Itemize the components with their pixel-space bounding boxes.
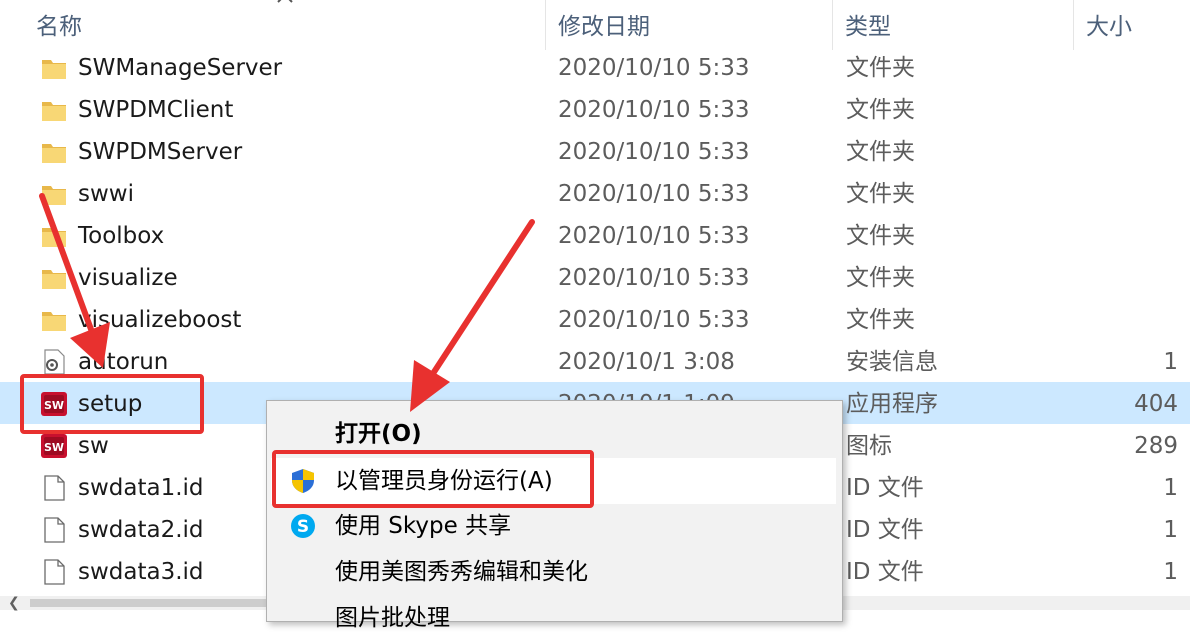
column-header-date[interactable]: 修改日期: [546, 0, 831, 50]
file-date: 2020/10/10 5:33: [558, 223, 750, 249]
file-type: 文件夹: [846, 265, 915, 291]
file-type: 文件夹: [846, 55, 915, 81]
file-name: SWManageServer: [78, 55, 283, 81]
folder-icon: [40, 306, 68, 334]
folder-icon: [40, 96, 68, 124]
file-date: 2020/10/10 5:33: [558, 97, 750, 123]
file-name: swdata2.id: [78, 517, 204, 543]
file-type: 应用程序: [846, 391, 938, 417]
file-type: ID 文件: [846, 517, 924, 543]
file-type: 文件夹: [846, 307, 915, 333]
file-size: 1: [1163, 475, 1178, 501]
file-row[interactable]: SWPDMServer 2020/10/10 5:33 文件夹: [0, 130, 1190, 172]
menu-item-meitu[interactable]: 使用美图秀秀编辑和美化: [267, 549, 842, 595]
file-type: 文件夹: [846, 181, 915, 207]
file-icon: [40, 516, 68, 544]
file-name: swdata3.id: [78, 559, 204, 585]
file-row[interactable]: Toolbox 2020/10/10 5:33 文件夹: [0, 214, 1190, 256]
context-menu: 打开(O) 以管理员身份运行(A) S 使用 Skype 共享 使用美图秀秀编辑…: [266, 400, 843, 631]
menu-item-batch[interactable]: 图片批处理: [267, 595, 842, 641]
column-header-name[interactable]: 名称: [24, 0, 544, 50]
annotation-box-setup: [20, 374, 204, 434]
file-name: swdata1.id: [78, 475, 204, 501]
file-type: 文件夹: [846, 223, 915, 249]
file-type: ID 文件: [846, 475, 924, 501]
file-name: SWPDMClient: [78, 97, 234, 123]
file-size: 404: [1134, 391, 1178, 417]
file-icon: [40, 474, 68, 502]
menu-item-share-skype[interactable]: S 使用 Skype 共享: [267, 503, 842, 549]
file-type: 安装信息: [846, 349, 938, 375]
file-icon: [40, 558, 68, 586]
file-date: 2020/10/10 5:33: [558, 139, 750, 165]
file-name: visualize: [78, 265, 178, 291]
settings-file-icon: [40, 348, 68, 376]
column-header-bar: 名称 修改日期 类型 大小: [0, 0, 1190, 50]
svg-text:S: S: [297, 517, 309, 537]
file-size: 1: [1163, 349, 1178, 375]
file-type: 图标: [846, 433, 892, 459]
file-row[interactable]: SWManageServer 2020/10/10 5:33 文件夹: [0, 46, 1190, 88]
menu-item-label: 使用 Skype 共享: [335, 513, 512, 539]
file-date: 2020/10/10 5:33: [558, 307, 750, 333]
svg-text:SW: SW: [44, 441, 64, 454]
file-date: 2020/10/10 5:33: [558, 55, 750, 81]
menu-item-label: 图片批处理: [335, 605, 450, 631]
folder-icon: [40, 138, 68, 166]
folder-icon: [40, 222, 68, 250]
solidworks-icon: SW: [40, 432, 68, 460]
file-row[interactable]: visualizeboost 2020/10/10 5:33 文件夹: [0, 298, 1190, 340]
scroll-left-icon[interactable]: ❮: [8, 596, 20, 610]
file-name: SWPDMServer: [78, 139, 243, 165]
file-row[interactable]: swwi 2020/10/10 5:33 文件夹: [0, 172, 1190, 214]
file-date: 2020/10/1 3:08: [558, 349, 735, 375]
file-size: 289: [1134, 433, 1178, 459]
file-date: 2020/10/10 5:33: [558, 181, 750, 207]
skype-icon: S: [291, 514, 315, 538]
column-header-type[interactable]: 类型: [833, 0, 1073, 50]
file-size: 1: [1163, 559, 1178, 585]
file-type: 文件夹: [846, 139, 915, 165]
file-type: ID 文件: [846, 559, 924, 585]
file-row[interactable]: visualize 2020/10/10 5:33 文件夹: [0, 256, 1190, 298]
menu-item-label: 使用美图秀秀编辑和美化: [335, 559, 588, 585]
folder-icon: [40, 264, 68, 292]
file-name: visualizeboost: [78, 307, 242, 333]
folder-icon: [40, 54, 68, 82]
file-row[interactable]: SWPDMClient 2020/10/10 5:33 文件夹: [0, 88, 1190, 130]
folder-icon: [40, 180, 68, 208]
column-header-size[interactable]: 大小: [1074, 0, 1190, 50]
file-date: 2020/10/10 5:33: [558, 265, 750, 291]
file-size: 1: [1163, 517, 1178, 543]
file-name: Toolbox: [78, 223, 165, 249]
file-type: 文件夹: [846, 97, 915, 123]
annotation-box-run-as-admin: [272, 450, 594, 508]
file-name: swwi: [78, 181, 134, 207]
